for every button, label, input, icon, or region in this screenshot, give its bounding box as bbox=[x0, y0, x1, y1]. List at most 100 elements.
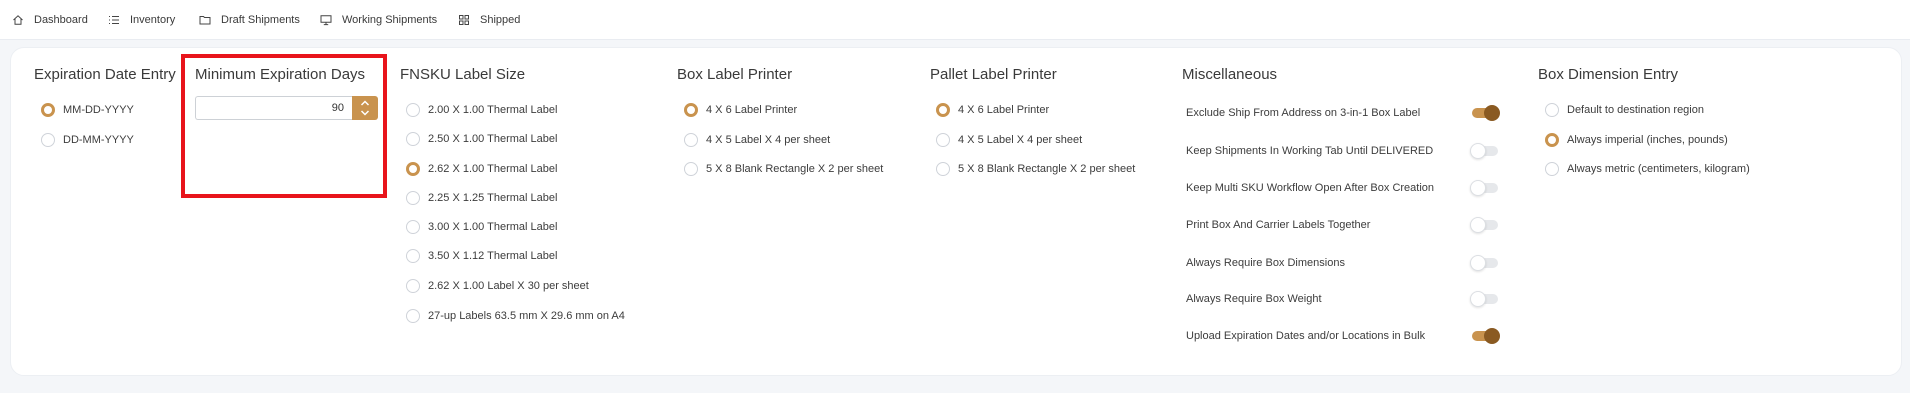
radio-fnsku-3-00x1-00[interactable]: 3.00 X 1.00 Thermal Label bbox=[406, 220, 557, 234]
radio-button[interactable] bbox=[684, 133, 698, 147]
nav-label-inventory: Inventory bbox=[130, 14, 176, 26]
toggle-row-keep-working-tab: Keep Shipments In Working Tab Until DELI… bbox=[1186, 143, 1508, 160]
radio-label: 2.50 X 1.00 Thermal Label bbox=[428, 133, 558, 145]
toggle-switch[interactable] bbox=[1472, 105, 1500, 121]
radio-button[interactable] bbox=[41, 103, 55, 117]
radio-label: 27-up Labels 63.5 mm X 29.6 mm on A4 bbox=[428, 310, 625, 322]
radio-dd-mm-yyyy[interactable]: DD-MM-YYYY bbox=[41, 133, 134, 147]
home-icon bbox=[13, 15, 23, 25]
radio-button[interactable] bbox=[406, 191, 420, 205]
folder-icon bbox=[199, 16, 211, 25]
radio-label: Always imperial (inches, pounds) bbox=[1567, 134, 1728, 146]
grid-icon bbox=[459, 15, 469, 25]
toggle-row-exclude-ship-from: Exclude Ship From Address on 3-in-1 Box … bbox=[1186, 105, 1508, 122]
radio-button[interactable] bbox=[684, 162, 698, 176]
radio-fnsku-2-25x1-25[interactable]: 2.25 X 1.25 Thermal Label bbox=[406, 191, 557, 205]
toggle-label: Always Require Box Dimensions bbox=[1186, 257, 1345, 269]
nav-label-draft-shipments: Draft Shipments bbox=[221, 14, 300, 26]
nav-item-inventory[interactable]: Inventory bbox=[108, 13, 175, 27]
toggle-label: Keep Shipments In Working Tab Until DELI… bbox=[1186, 145, 1434, 157]
radio-button[interactable] bbox=[936, 103, 950, 117]
radio-fnsku-3-50x1-12[interactable]: 3.50 X 1.12 Thermal Label bbox=[406, 249, 557, 263]
toggle-switch[interactable] bbox=[1470, 143, 1498, 159]
radio-label: Always metric (centimeters, kilogram) bbox=[1567, 163, 1750, 175]
box-dimension-entry-title: Box Dimension Entry bbox=[1538, 66, 1679, 83]
radio-pallet-4x5[interactable]: 4 X 5 Label X 4 per sheet bbox=[936, 133, 1082, 147]
radio-mm-dd-yyyy[interactable]: MM-DD-YYYY bbox=[41, 103, 134, 117]
radio-fnsku-2-62x1-00[interactable]: 2.62 X 1.00 Thermal Label bbox=[406, 162, 557, 176]
toggle-row-require-dimensions: Always Require Box Dimensions bbox=[1186, 255, 1508, 272]
radio-button[interactable] bbox=[406, 279, 420, 293]
radio-fnsku-30-per-sheet[interactable]: 2.62 X 1.00 Label X 30 per sheet bbox=[406, 279, 589, 293]
toggle-switch[interactable] bbox=[1470, 217, 1498, 233]
radio-label: 2.25 X 1.25 Thermal Label bbox=[428, 192, 558, 204]
radio-fnsku-2-50x1-00[interactable]: 2.50 X 1.00 Thermal Label bbox=[406, 132, 557, 146]
radio-label: 4 X 6 Label Printer bbox=[958, 104, 1050, 116]
radio-label: DD-MM-YYYY bbox=[63, 134, 134, 146]
radio-button[interactable] bbox=[406, 132, 420, 146]
nav-label-dashboard: Dashboard bbox=[34, 14, 88, 26]
radio-button[interactable] bbox=[406, 103, 420, 117]
toggle-label: Exclude Ship From Address on 3-in-1 Box … bbox=[1186, 107, 1421, 119]
nav-item-draft-shipments[interactable]: Draft Shipments bbox=[199, 13, 300, 27]
radio-button[interactable] bbox=[1545, 133, 1559, 147]
radio-label: 4 X 5 Label X 4 per sheet bbox=[706, 134, 831, 146]
radio-always-imperial[interactable]: Always imperial (inches, pounds) bbox=[1545, 133, 1728, 147]
nav-item-shipped[interactable]: Shipped bbox=[458, 13, 520, 27]
monitor-icon bbox=[320, 15, 332, 26]
toggle-label: Keep Multi SKU Workflow Open After Box C… bbox=[1186, 182, 1435, 194]
radio-button[interactable] bbox=[1545, 103, 1559, 117]
radio-always-metric[interactable]: Always metric (centimeters, kilogram) bbox=[1545, 162, 1750, 176]
radio-label: 5 X 8 Blank Rectangle X 2 per sheet bbox=[706, 163, 884, 175]
radio-default-destination[interactable]: Default to destination region bbox=[1545, 103, 1704, 117]
radio-box-4x5[interactable]: 4 X 5 Label X 4 per sheet bbox=[684, 133, 830, 147]
radio-button[interactable] bbox=[41, 133, 55, 147]
radio-label: 2.62 X 1.00 Thermal Label bbox=[428, 163, 558, 175]
toggle-label: Print Box And Carrier Labels Together bbox=[1186, 219, 1371, 231]
toggle-switch[interactable] bbox=[1470, 180, 1498, 196]
radio-label: 3.50 X 1.12 Thermal Label bbox=[428, 250, 558, 262]
nav-item-dashboard[interactable]: Dashboard bbox=[12, 13, 88, 27]
toggle-row-print-together: Print Box And Carrier Labels Together bbox=[1186, 217, 1508, 234]
radio-button[interactable] bbox=[684, 103, 698, 117]
radio-label: 5 X 8 Blank Rectangle X 2 per sheet bbox=[958, 163, 1136, 175]
toggle-switch[interactable] bbox=[1470, 291, 1498, 307]
radio-box-5x8[interactable]: 5 X 8 Blank Rectangle X 2 per sheet bbox=[684, 162, 883, 176]
radio-label: MM-DD-YYYY bbox=[63, 104, 134, 116]
radio-button[interactable] bbox=[406, 220, 420, 234]
box-label-printer-title: Box Label Printer bbox=[677, 66, 793, 83]
toggle-label: Always Require Box Weight bbox=[1186, 293, 1322, 305]
list-icon bbox=[109, 16, 119, 24]
radio-button[interactable] bbox=[936, 133, 950, 147]
toggle-row-keep-multi-sku: Keep Multi SKU Workflow Open After Box C… bbox=[1186, 180, 1508, 197]
radio-label: 2.62 X 1.00 Label X 30 per sheet bbox=[428, 280, 589, 292]
toggle-switch[interactable] bbox=[1470, 255, 1498, 271]
fnsku-label-size-title: FNSKU Label Size bbox=[400, 66, 526, 83]
radio-label: 4 X 6 Label Printer bbox=[706, 104, 798, 116]
expiration-date-entry-title: Expiration Date Entry bbox=[34, 66, 176, 83]
radio-pallet-5x8[interactable]: 5 X 8 Blank Rectangle X 2 per sheet bbox=[936, 162, 1135, 176]
radio-fnsku-2-00x1-00[interactable]: 2.00 X 1.00 Thermal Label bbox=[406, 103, 557, 117]
miscellaneous-title: Miscellaneous bbox=[1182, 66, 1278, 83]
nav-item-working-shipments[interactable]: Working Shipments bbox=[320, 13, 437, 27]
nav-label-shipped: Shipped bbox=[480, 14, 521, 26]
radio-button[interactable] bbox=[406, 309, 420, 323]
toggle-row-require-weight: Always Require Box Weight bbox=[1186, 291, 1508, 308]
pallet-label-printer-title: Pallet Label Printer bbox=[930, 66, 1057, 83]
toggle-row-upload-bulk: Upload Expiration Dates and/or Locations… bbox=[1186, 328, 1508, 345]
radio-box-4x6[interactable]: 4 X 6 Label Printer bbox=[684, 103, 797, 117]
radio-button[interactable] bbox=[406, 249, 420, 263]
radio-label: 3.00 X 1.00 Thermal Label bbox=[428, 221, 558, 233]
radio-button[interactable] bbox=[406, 162, 420, 176]
radio-label: Default to destination region bbox=[1567, 104, 1704, 116]
nav-label-working-shipments: Working Shipments bbox=[342, 14, 438, 26]
radio-label: 4 X 5 Label X 4 per sheet bbox=[958, 134, 1083, 146]
top-navigation: Dashboard Inventory Draft Shipments Work… bbox=[0, 0, 1910, 40]
highlight-box bbox=[181, 54, 387, 198]
radio-fnsku-27-up-a4[interactable]: 27-up Labels 63.5 mm X 29.6 mm on A4 bbox=[406, 309, 625, 323]
radio-button[interactable] bbox=[936, 162, 950, 176]
radio-pallet-4x6[interactable]: 4 X 6 Label Printer bbox=[936, 103, 1049, 117]
toggle-switch[interactable] bbox=[1472, 328, 1500, 344]
toggle-label: Upload Expiration Dates and/or Locations… bbox=[1186, 330, 1426, 342]
radio-button[interactable] bbox=[1545, 162, 1559, 176]
